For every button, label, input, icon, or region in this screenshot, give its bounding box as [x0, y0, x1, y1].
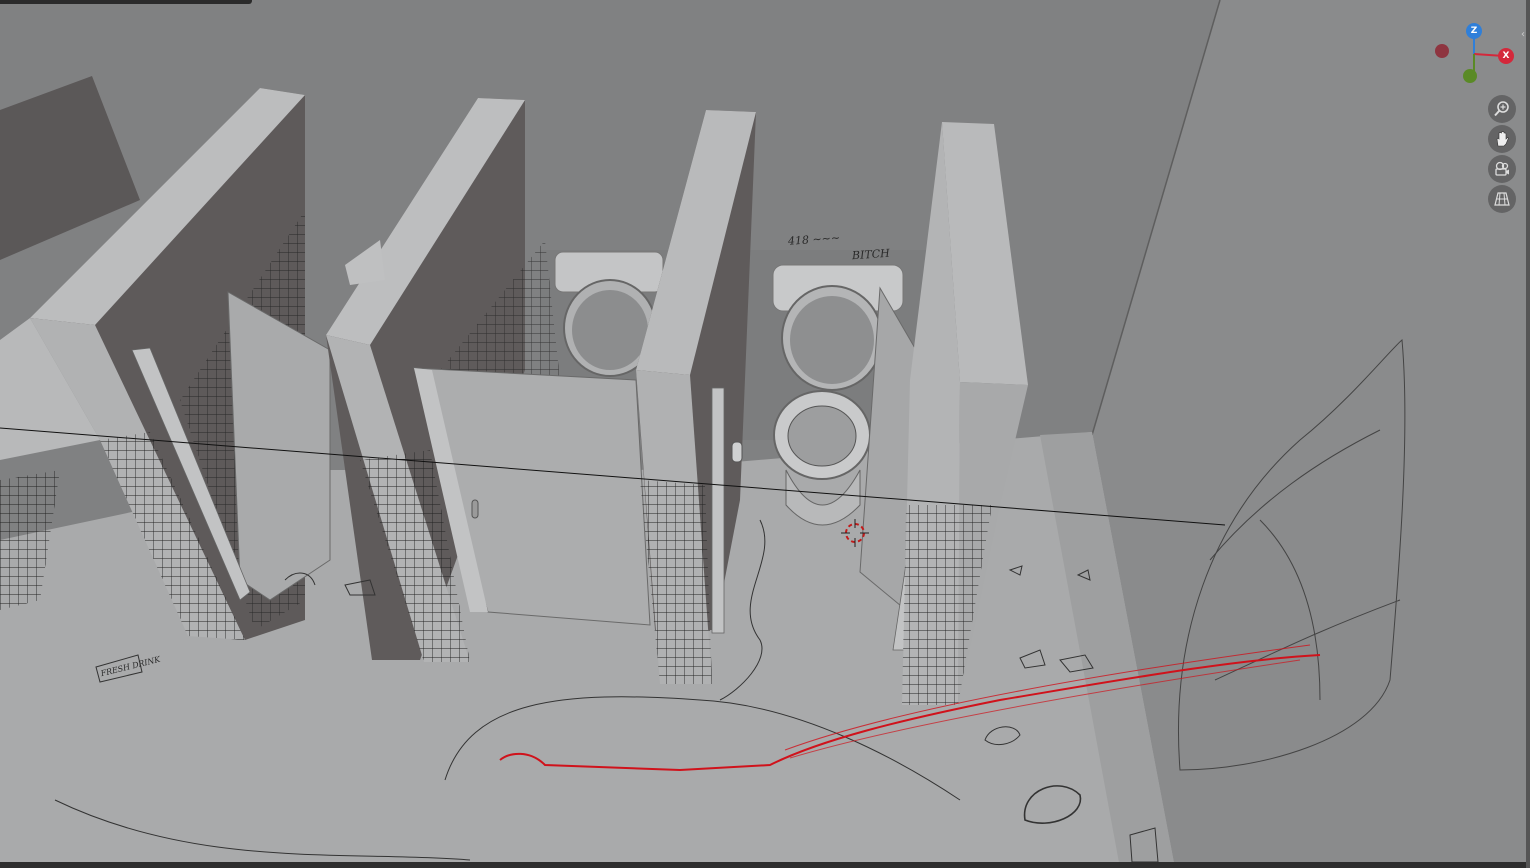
right-edge [1526, 0, 1530, 868]
pan-button[interactable] [1488, 125, 1516, 153]
zoom-button[interactable] [1488, 95, 1516, 123]
graffiti-text-2: BITCH [851, 246, 891, 263]
zoom-icon [1494, 101, 1509, 117]
ortho-toggle-button[interactable] [1488, 185, 1516, 213]
camera-view-button[interactable] [1488, 155, 1516, 183]
gizmo-z-axis[interactable]: Z [1466, 23, 1482, 39]
3d-viewport[interactable]: 418 ~~~ BITCH FRESH DRINK [0, 0, 1530, 868]
bottom-edge [0, 862, 1530, 868]
camera-view-icon [1495, 161, 1509, 176]
gizmo-x-axis[interactable]: X [1498, 48, 1514, 64]
scene-render[interactable] [0, 0, 1530, 868]
grid-ortho-icon [1494, 192, 1510, 206]
navigation-gizmo[interactable]: Z X [1426, 18, 1526, 88]
hand-pan-icon [1496, 131, 1509, 147]
header-strip [0, 0, 252, 4]
